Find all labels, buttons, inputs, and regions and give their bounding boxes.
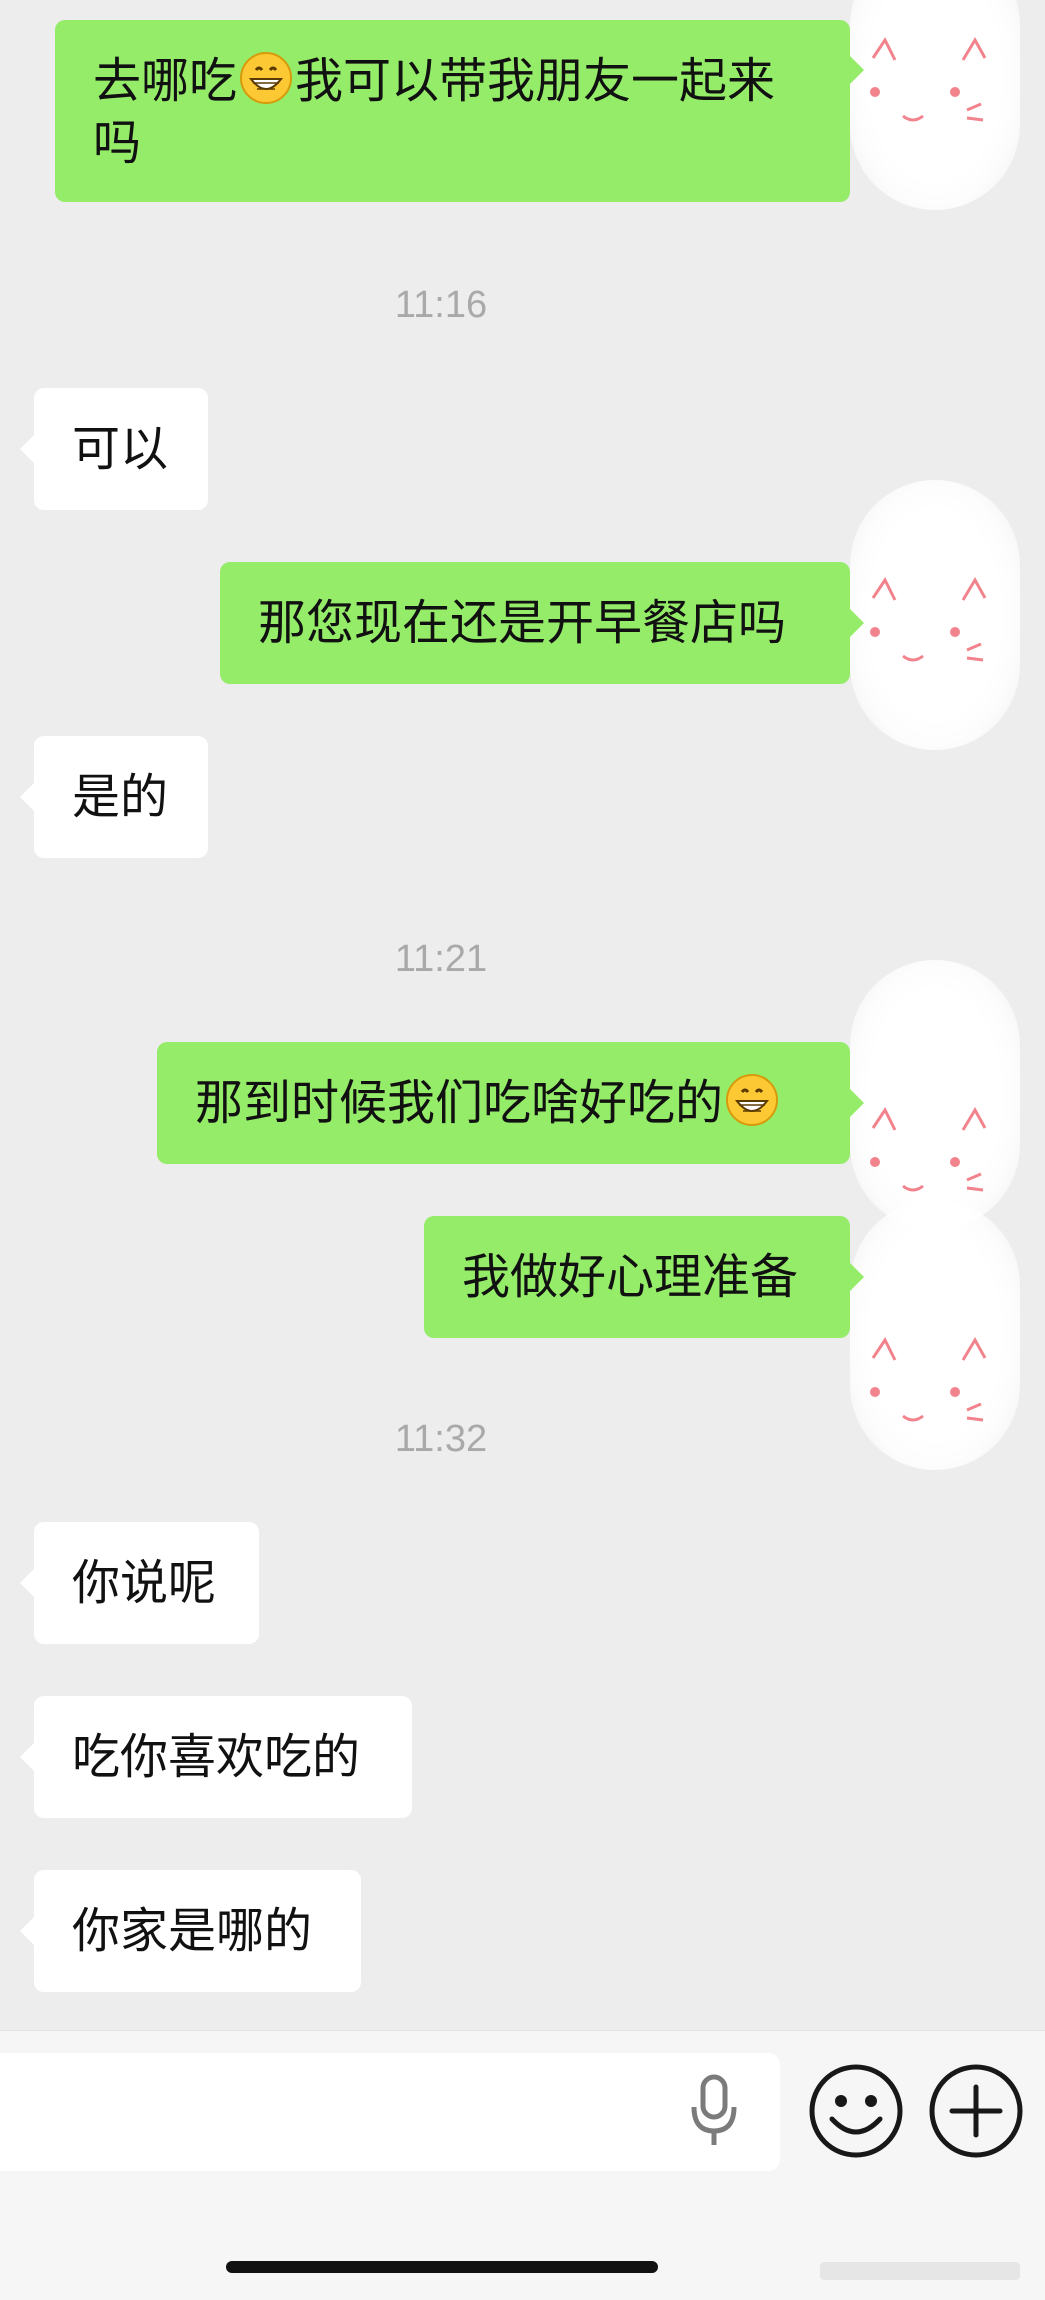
message-text: 是的 [72, 769, 169, 825]
outgoing-message[interactable]: 那到时候我们吃啥好吃的 [157, 1042, 864, 1164]
incoming-message[interactable]: 你家是哪的 [20, 1870, 361, 1992]
chat-area: 去哪吃 我可以带我朋友一起来 吗 11:16 可以 那您现在还是开早餐店吗 是的 … [0, 0, 1045, 2030]
home-indicator[interactable] [226, 2261, 658, 2273]
message-text: 吃你喜欢吃的 [72, 1729, 361, 1785]
cat-avatar-icon [870, 577, 987, 662]
message-text: 可以 [72, 421, 169, 477]
message-text: 那到时候我们吃啥好吃的 [195, 1075, 724, 1131]
outgoing-message[interactable]: 我做好心理准备 [424, 1216, 864, 1338]
message-text: 我做好心理准备 [462, 1249, 799, 1305]
timestamp: 11:16 [394, 284, 488, 326]
plus-icon[interactable] [926, 2061, 1026, 2161]
timestamp: 11:32 [394, 1418, 488, 1460]
message-text: 你家是哪的 [72, 1903, 313, 1959]
message-text: 你说呢 [72, 1555, 217, 1611]
watermark-logo-icon [820, 2262, 1020, 2280]
outgoing-message[interactable]: 那您现在还是开早餐店吗 [220, 562, 864, 684]
message-text: 那您现在还是开早餐店吗 [258, 595, 787, 651]
grinning-face-icon [726, 1074, 779, 1126]
input-bar [0, 2030, 1045, 2300]
outgoing-message[interactable]: 去哪吃 我可以带我朋友一起来 吗 [55, 20, 864, 202]
incoming-message[interactable]: 你说呢 [20, 1522, 259, 1644]
grinning-face-icon [240, 52, 293, 104]
message-text: 去哪吃 [93, 53, 238, 109]
emoji-icon[interactable] [806, 2061, 906, 2161]
message-text: 我可以带我朋友一起来 [295, 53, 776, 109]
message-text: 吗 [93, 115, 142, 171]
timestamp: 11:21 [394, 938, 488, 980]
microphone-icon[interactable] [686, 2071, 742, 2151]
message-input[interactable] [0, 2053, 780, 2171]
incoming-message[interactable]: 吃你喜欢吃的 [20, 1696, 412, 1818]
cat-avatar-icon [870, 37, 987, 122]
incoming-message[interactable]: 是的 [20, 736, 208, 858]
incoming-message[interactable]: 可以 [20, 388, 208, 510]
